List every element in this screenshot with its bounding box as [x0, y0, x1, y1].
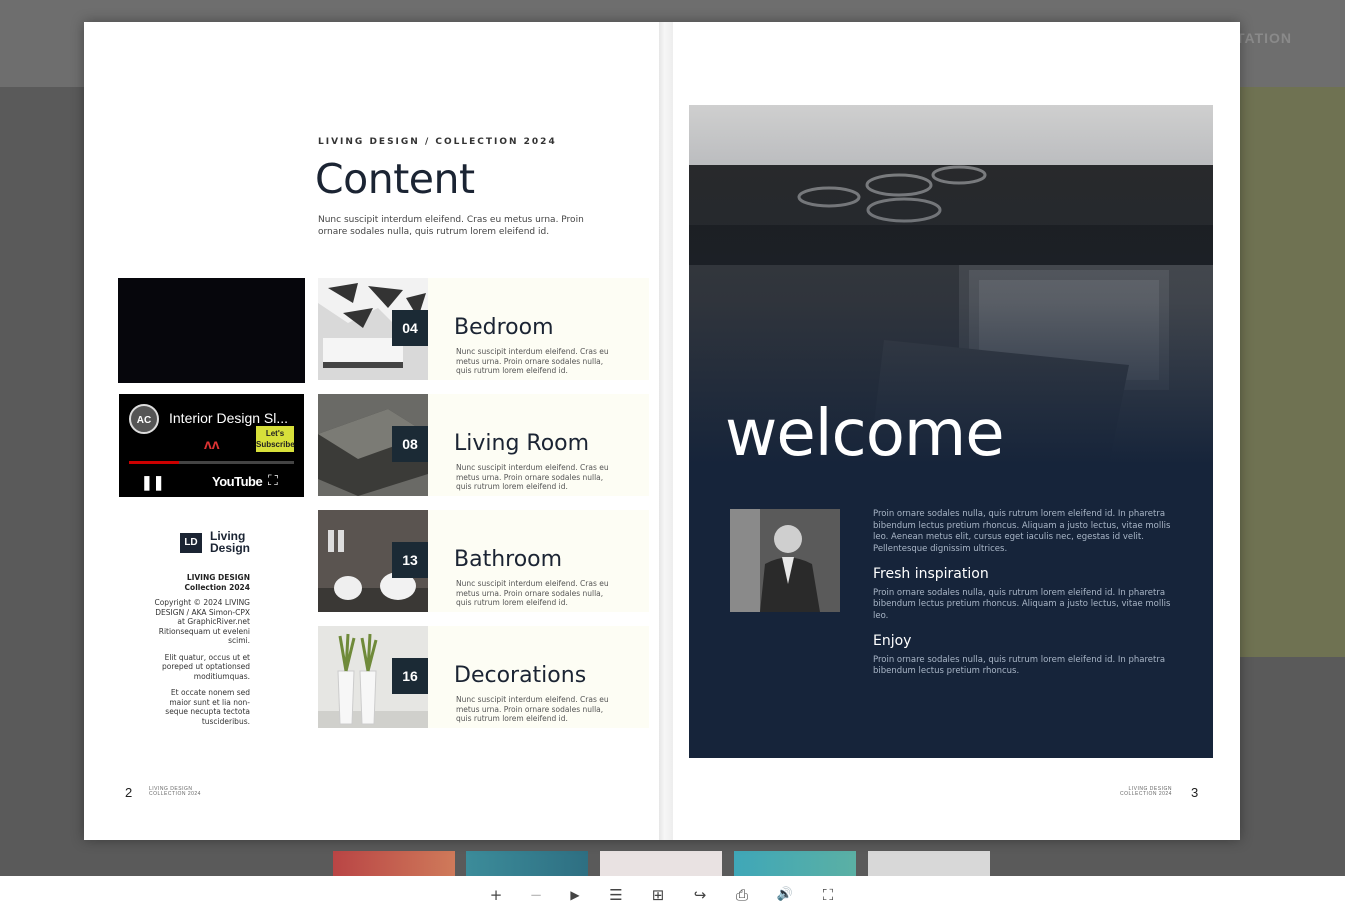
thumbnail[interactable] [600, 851, 722, 876]
thumbnail[interactable] [333, 851, 455, 876]
section-paragraph: Proin ornare sodales nulla, quis rutrum … [873, 654, 1166, 677]
print-button[interactable]: ⎙ [731, 885, 753, 905]
page-number-badge: 04 [392, 310, 428, 346]
folio-line: COLLECTION 2024 [149, 791, 201, 797]
background-nav-text: TATION [1236, 30, 1293, 46]
video-progress-bar[interactable] [129, 461, 294, 464]
page-number-left: 2 [125, 785, 133, 800]
video-title[interactable]: Interior Design Sl... [169, 410, 288, 426]
sound-button[interactable]: 🔊 [774, 885, 796, 905]
youtube-logo[interactable]: YouTube [212, 474, 263, 489]
page-title: Content [315, 155, 475, 203]
page-number-badge: 08 [392, 426, 428, 462]
zoom-out-button[interactable]: − [525, 885, 547, 905]
fullscreen-button[interactable]: ⛶ [817, 885, 839, 905]
entry-description: Nunc suscipit interdum eleifend. Cras eu… [456, 579, 609, 607]
page-number-badge: 13 [392, 542, 428, 578]
entry-description: Nunc suscipit interdum eleifend. Cras eu… [456, 347, 609, 375]
hero-panel: welcome Proin ornare sodales nulla, quis… [689, 105, 1213, 758]
brand-logo-name: Living Design [210, 530, 270, 554]
toc-entry-bedroom[interactable]: 04 Bedroom Nunc suscipit interdum eleife… [318, 278, 649, 380]
colophon: LIVING DESIGN Collection 2024 Copyright ©… [154, 573, 250, 733]
youtube-video-player[interactable]: AC Interior Design Sl... ʌʌ Let's Subscr… [119, 394, 304, 497]
folio-label-left: LIVING DESIGN COLLECTION 2024 [149, 787, 201, 797]
colophon-text: Et occate nonem sed maior sunt et lia no… [165, 688, 250, 726]
colophon-text: Elit quatur, occus ut et poreped ut opta… [161, 652, 250, 681]
hero-body-text: Proin ornare sodales nulla, quis rutrum … [873, 509, 1173, 678]
portrait-photo [730, 509, 840, 612]
page-number-badge: 16 [392, 658, 428, 694]
thumbnail[interactable] [466, 851, 588, 876]
toc-entry-decorations[interactable]: 16 Decorations Nunc suscipit interdum el… [318, 626, 649, 728]
book-spine [659, 22, 673, 840]
colophon-head-line1: LIVING DESIGN [186, 573, 250, 582]
entry-description: Nunc suscipit interdum eleifend. Cras eu… [456, 695, 609, 723]
folio-line: COLLECTION 2024 [1120, 791, 1172, 797]
entry-title[interactable]: Decorations [454, 663, 586, 688]
colophon-head-line2: Collection 2024 [184, 582, 250, 592]
toc-entry-bathroom[interactable]: 13 Bathroom Nunc suscipit interdum eleif… [318, 510, 649, 612]
entry-title[interactable]: Bedroom [454, 315, 554, 340]
video-player-empty[interactable] [118, 278, 305, 383]
channel-avatar[interactable]: AC [129, 404, 159, 434]
table-of-contents-button[interactable]: ☰ [605, 885, 627, 905]
share-button[interactable]: ↪ [689, 885, 711, 905]
thumbnail[interactable] [734, 851, 856, 876]
brand-logo-mark: LD [180, 533, 202, 553]
play-button[interactable]: ▶ [564, 885, 586, 905]
brand-name-line2: Design [210, 541, 251, 555]
thumbnails-button[interactable]: ⊞ [647, 885, 669, 905]
section-heading: Enjoy [873, 633, 912, 649]
subscribe-badge[interactable]: Let's Subscribe [256, 426, 295, 452]
entry-description: Nunc suscipit interdum eleifend. Cras eu… [456, 463, 609, 491]
brand-mark-icon: ʌʌ [204, 436, 220, 452]
page-eyebrow: LIVING DESIGN / COLLECTION 2024 [318, 137, 557, 147]
flipbook-spread: LIVING DESIGN / COLLECTION 2024 Content … [84, 22, 1240, 840]
entry-title[interactable]: Living Room [454, 431, 589, 456]
viewer-toolbar: + − ▶ ☰ ⊞ ↪ ⎙ 🔊 ⛶ [0, 876, 1345, 913]
entry-title[interactable]: Bathroom [454, 547, 562, 572]
thumbnail-strip [333, 851, 993, 876]
welcome-heading: welcome [725, 397, 1005, 471]
toc-entry-living-room[interactable]: 08 Living Room Nunc suscipit interdum el… [318, 394, 649, 496]
section-heading: Fresh inspiration [873, 566, 989, 582]
thumbnail[interactable] [868, 851, 990, 876]
hero-intro-paragraph: Proin ornare sodales nulla, quis rutrum … [873, 509, 1171, 554]
pause-icon[interactable]: ❚❚ [141, 474, 164, 491]
background-panel [1240, 87, 1345, 657]
folio-label-right: LIVING DESIGN COLLECTION 2024 [1120, 787, 1172, 797]
section-paragraph: Proin ornare sodales nulla, quis rutrum … [873, 587, 1171, 621]
page-intro: Nunc suscipit interdum eleifend. Cras eu… [318, 215, 584, 237]
zoom-in-button[interactable]: + [485, 885, 507, 905]
page-number-right: 3 [1191, 785, 1199, 800]
colophon-copyright: Copyright © 2024 LIVING DESIGN / AKA Sim… [154, 598, 250, 645]
fullscreen-icon[interactable]: ⛶ [268, 472, 278, 489]
video-progress-fill [129, 461, 179, 464]
